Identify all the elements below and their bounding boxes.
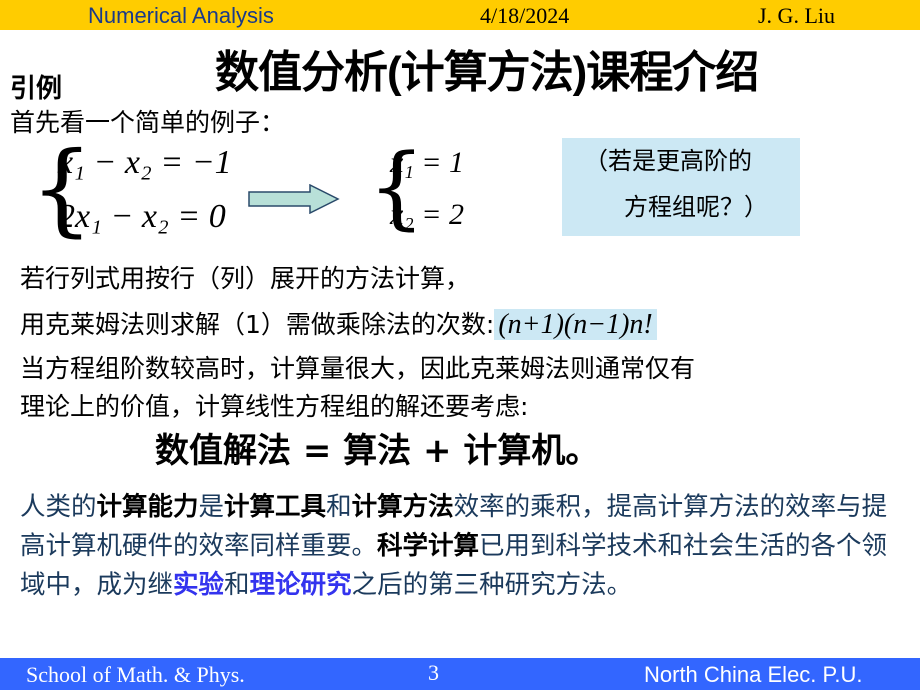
text-line-4: 理论上的价值，计算线性方程组的解还要考虑: (20, 392, 529, 421)
text: 和 (326, 492, 352, 522)
slide-date: 4/18/2024 (480, 3, 570, 28)
equation-1: x₁ − x₂ = −1 (58, 144, 232, 181)
page-number: 3 (428, 660, 439, 685)
operation-count-formula: (n+1)(n−1)n! (494, 309, 657, 340)
text: 之后的第三种研究方法。 (351, 570, 633, 600)
slide-footer: School of Math. & Phys. 3 North China El… (0, 658, 920, 690)
emphasis: 科学计算 (377, 531, 480, 561)
emphasis: 计算工具 (224, 492, 327, 522)
course-name: Numerical Analysis (88, 3, 274, 28)
text-line-3: 当方程组阶数较高时，计算量很大，因此克莱姆法则通常仅有 (20, 354, 696, 383)
note-line-1: （若是更高阶的 (584, 147, 752, 175)
equation-2: 2x₁ − x₂ = 0 (58, 198, 226, 235)
text: 是 (198, 492, 225, 522)
text-line-2-text: 用克莱姆法则求解（1）需做乘除法的次数: (20, 310, 495, 339)
text: 人类的 (20, 492, 97, 522)
key-formula: 数值解法 = 算法 + 计算机。 (155, 431, 600, 471)
school-name: School of Math. & Phys. (26, 662, 245, 687)
solution-1: x₁ = 1 (390, 146, 464, 179)
blue-emphasis: 理论研究 (249, 570, 352, 600)
note-box: （若是更高阶的 方程组呢？） (562, 138, 800, 236)
summary-paragraph: 人类的计算能力是计算工具和计算方法效率的乘积，提高计算方法的效率与提高计算机硬件… (20, 488, 910, 605)
solution-2: x₂ = 2 (390, 198, 464, 231)
page-title: 数值分析(计算方法)课程介绍 (215, 48, 759, 97)
note-line-2: 方程组呢？） (624, 193, 768, 221)
blue-emphasis: 实验 (173, 570, 225, 600)
author: J. G. Liu (758, 3, 835, 28)
emphasis: 计算方法 (351, 492, 454, 522)
text: 和 (224, 570, 250, 600)
university-name: North China Elec. P.U. (644, 662, 863, 687)
section-heading: 引例 (10, 74, 63, 104)
emphasis: 计算能力 (96, 492, 199, 522)
text-line-2: 用克莱姆法则求解（1）需做乘除法的次数: (n+1)(n−1)n! (20, 309, 657, 340)
text-line-1: 若行列式用按行（列）展开的方法计算， (20, 264, 471, 293)
slide-header: Numerical Analysis 4/18/2024 J. G. Liu (0, 0, 920, 30)
arrow-icon (248, 184, 340, 214)
